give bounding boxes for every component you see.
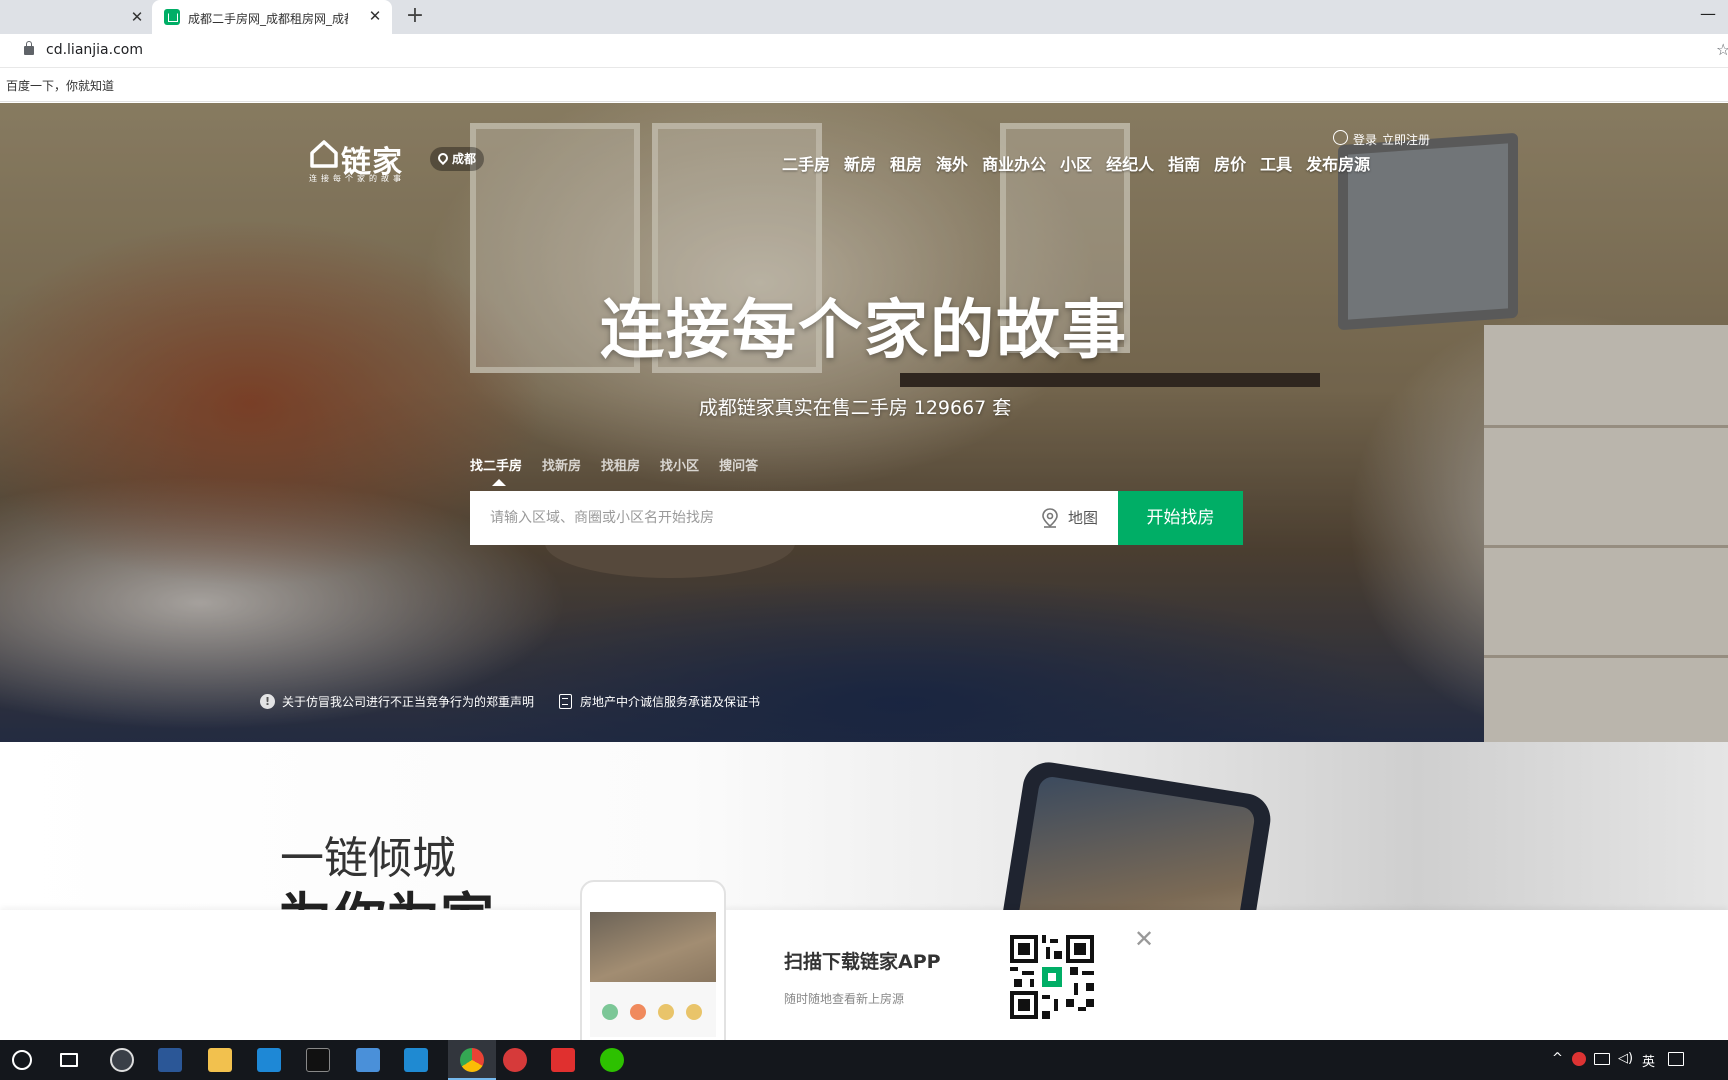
- map-pin-icon[interactable]: [1041, 508, 1059, 528]
- nav-xiaoqu[interactable]: 小区: [1060, 151, 1092, 175]
- download-subtitle: 随时随地查看新上房源: [784, 992, 905, 1006]
- remote-desktop-icon[interactable]: [356, 1048, 380, 1072]
- hero-subtitle: 成都链家真实在售二手房 129667 套: [698, 397, 1012, 419]
- browser-tab-active[interactable]: 成都二手房网_成都租房网_成都 ✕: [152, 0, 392, 34]
- hero-title: 连接每个家的故事: [600, 294, 1128, 368]
- network-icon[interactable]: [1594, 1053, 1610, 1065]
- tab-title: 成都二手房网_成都租房网_成都: [188, 12, 348, 26]
- phone-mockup: [995, 758, 1275, 910]
- browser-tab-bar: ✕ 成都二手房网_成都租房网_成都 ✕ + —: [0, 0, 1728, 34]
- main-nav: 二手房 新房 租房 海外 商业办公 小区 经纪人 指南 房价 工具 发布房源: [782, 151, 1384, 175]
- cortana-icon[interactable]: [12, 1050, 32, 1070]
- nav-ershoufang[interactable]: 二手房: [782, 151, 830, 175]
- powershell-icon[interactable]: [158, 1048, 182, 1072]
- vscode-icon[interactable]: [404, 1048, 428, 1072]
- app-promo-section: 一链倾城 为你为家: [0, 742, 1728, 910]
- search-tab-xinfang[interactable]: 找新房: [542, 455, 581, 474]
- task-view-icon[interactable]: [60, 1053, 78, 1067]
- ime-indicator[interactable]: 英: [1642, 1051, 1655, 1070]
- search-tab-ershoufang[interactable]: 找二手房: [470, 455, 522, 486]
- nav-xinfang[interactable]: 新房: [844, 151, 876, 175]
- minimize-icon[interactable]: —: [1700, 4, 1716, 23]
- chrome-icon[interactable]: [460, 1048, 484, 1072]
- address-bar[interactable]: cd.lianjia.com ☆: [0, 34, 1728, 68]
- register-link[interactable]: 立即注册: [1382, 131, 1430, 148]
- location-pin-icon: [435, 150, 451, 166]
- nav-fangjia[interactable]: 房价: [1214, 151, 1246, 175]
- terminal-icon[interactable]: [306, 1048, 330, 1072]
- nav-gongju[interactable]: 工具: [1260, 151, 1292, 175]
- user-icon: [1333, 130, 1348, 145]
- search-tab-wenda[interactable]: 搜问答: [719, 455, 758, 474]
- phone-mockup-small: [580, 880, 726, 1045]
- map-search-link[interactable]: 地图: [1068, 507, 1098, 528]
- close-tab-icon[interactable]: ✕: [366, 7, 384, 25]
- bookmarks-bar: 百度一下，你就知道: [0, 68, 1728, 102]
- login-link[interactable]: 登录: [1353, 131, 1377, 148]
- wechat-icon[interactable]: [600, 1048, 624, 1072]
- mail-icon[interactable]: [257, 1048, 281, 1072]
- notice-statement-link[interactable]: ! 关于仿冒我公司进行不正当竞争行为的郑重声明: [260, 693, 535, 710]
- file-explorer-icon[interactable]: [208, 1048, 232, 1072]
- bookmark-star-icon[interactable]: ☆: [1716, 40, 1728, 59]
- search-tabs: 找二手房 找新房 找租房 找小区 搜问答: [470, 455, 778, 486]
- exclamation-icon: !: [260, 694, 275, 709]
- search-tab-xiaoqu[interactable]: 找小区: [660, 455, 699, 474]
- app-shortcut-icon: [602, 1004, 618, 1020]
- nav-shangye-bangong[interactable]: 商业办公: [982, 151, 1046, 175]
- close-tab-icon[interactable]: ✕: [128, 8, 146, 26]
- hero-banner: 链家 连接每个家的故事 成都 登录 立即注册 二手房 新房 租房 海外 商业办公…: [0, 103, 1728, 742]
- start-search-button[interactable]: 开始找房: [1118, 491, 1243, 545]
- house-logo-icon: [310, 140, 338, 168]
- browser-tab[interactable]: ✕: [0, 0, 150, 34]
- city-name: 成都: [452, 152, 477, 166]
- phone-screen: [590, 912, 716, 1037]
- lock-icon[interactable]: [24, 41, 34, 55]
- lianjia-favicon-icon: [164, 9, 180, 25]
- keyboard-icon[interactable]: [1668, 1052, 1684, 1066]
- wps-icon[interactable]: [551, 1048, 575, 1072]
- phone-screen-photo: [590, 912, 716, 982]
- promo-subheading: 为你为家: [278, 874, 494, 910]
- search-box: 地图: [470, 491, 1118, 545]
- lianjia-logo[interactable]: 链家 连接每个家的故事: [309, 137, 419, 187]
- search-tab-zufang[interactable]: 找租房: [601, 455, 640, 474]
- notice-text: 关于仿冒我公司进行不正当竞争行为的郑重声明: [282, 695, 535, 709]
- obs-icon[interactable]: [110, 1048, 134, 1072]
- tray-expand-icon[interactable]: ^: [1552, 1051, 1563, 1066]
- qr-code-icon: [1010, 935, 1094, 1019]
- nav-jingjiren[interactable]: 经纪人: [1106, 151, 1154, 175]
- bookmark-baidu[interactable]: 百度一下，你就知道: [6, 77, 114, 94]
- download-title: 扫描下载链家APP: [784, 951, 941, 973]
- url-text[interactable]: cd.lianjia.com: [46, 42, 143, 58]
- close-banner-icon[interactable]: ✕: [1134, 925, 1154, 953]
- app-shortcut-icon: [686, 1004, 702, 1020]
- nav-zufang[interactable]: 租房: [890, 151, 922, 175]
- city-selector[interactable]: 成都: [430, 147, 485, 171]
- nav-fabu-fangyuan[interactable]: 发布房源: [1306, 151, 1370, 175]
- notice-text: 房地产中介诚信服务承诺及保证书: [580, 695, 761, 709]
- new-tab-button[interactable]: +: [402, 4, 428, 30]
- tray-app-icon[interactable]: [1572, 1052, 1586, 1066]
- hero-overlay: [0, 103, 1728, 742]
- netease-music-icon[interactable]: [503, 1048, 527, 1072]
- search-input[interactable]: [470, 491, 1010, 545]
- windows-taskbar: ^ ◁) 英: [0, 1040, 1728, 1080]
- app-shortcut-icon: [630, 1004, 646, 1020]
- notice-integrity-link[interactable]: 房地产中介诚信服务承诺及保证书: [559, 693, 761, 710]
- app-download-banner: 扫描下载链家APP 随时随地查看新上房源 ✕: [0, 880, 1728, 1045]
- document-icon: [559, 694, 572, 709]
- logo-slogan: 连接每个家的故事: [309, 174, 405, 183]
- volume-icon[interactable]: ◁): [1618, 1051, 1633, 1066]
- phone-screen: [1012, 775, 1257, 910]
- app-shortcut-icon: [658, 1004, 674, 1020]
- nav-zhinan[interactable]: 指南: [1168, 151, 1200, 175]
- nav-haiwai[interactable]: 海外: [936, 151, 968, 175]
